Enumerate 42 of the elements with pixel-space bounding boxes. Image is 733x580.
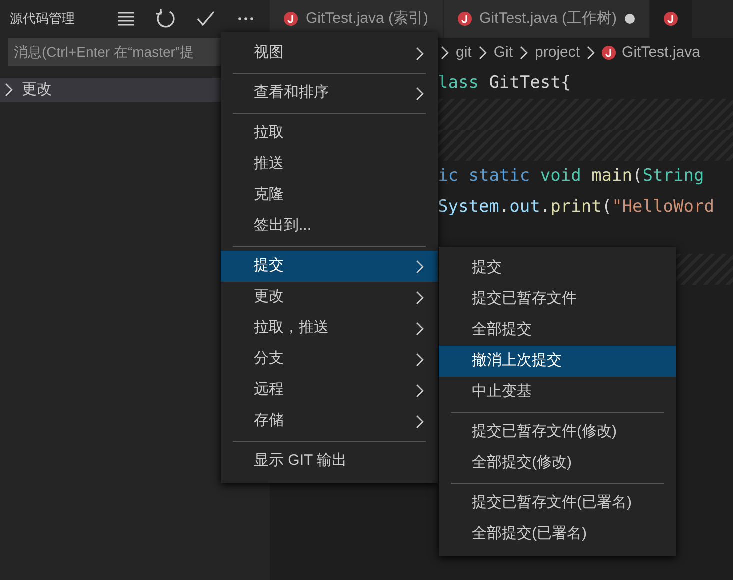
menu-item[interactable]: 提交已暂存文件 [439,284,676,315]
menu-item[interactable]: 拉取，推送 [221,313,438,344]
code-line: ic static void main(String [438,166,704,186]
chevron-icon [478,46,488,60]
code-line: lass GitTest{ [438,73,572,93]
menu-item[interactable]: 全部提交(修改) [439,448,676,479]
menu-item[interactable]: 提交已暂存文件(已署名) [439,488,676,519]
java-file-icon [458,12,472,26]
menu-item[interactable]: 全部提交(已署名) [439,519,676,550]
refresh-icon[interactable] [156,9,176,29]
menu-item[interactable]: 提交 [439,253,676,284]
editor-tab[interactable]: GitTest.java (工作树) [444,0,650,38]
breadcrumb-item[interactable]: GitTest.java [622,42,700,64]
group-label: 更改 [22,80,53,100]
menu-item[interactable]: 提交 [221,251,438,282]
menu-item[interactable]: 撤消上次提交 [439,346,676,377]
panel-title: 源代码管理 [10,10,76,28]
breadcrumb-item[interactable]: Git [494,42,514,64]
chevron-icon [586,46,596,60]
menu-item[interactable]: 提交已暂存文件(修改) [439,417,676,448]
menu-item[interactable]: 存储 [221,406,438,437]
menu-item[interactable]: 推送 [221,149,438,180]
menu-item[interactable]: 全部提交 [439,315,676,346]
chevron-icon [519,46,530,60]
chevron-icon [440,46,450,60]
menu-item[interactable]: 分支 [221,344,438,375]
menu-item[interactable]: 中止变基 [439,377,676,408]
breadcrumb-item[interactable]: git [456,42,472,64]
menu-item[interactable]: 拉取 [221,118,438,149]
code-line: System.out.print("HelloWord [438,197,714,217]
menu-item[interactable]: 显示 GIT 输出 [221,446,438,477]
java-file-icon [602,46,616,60]
check-icon[interactable] [196,9,216,29]
editor-tab[interactable] [650,0,694,38]
menu-item[interactable]: 签出到... [221,211,438,242]
menu-item[interactable]: 更改 [221,282,438,313]
list-icon[interactable] [116,9,136,29]
menu-item[interactable]: 远程 [221,375,438,406]
menu-item[interactable]: 克隆 [221,180,438,211]
java-file-icon [664,12,678,26]
breadcrumb-item[interactable]: project [535,42,580,64]
java-file-icon [284,12,298,26]
